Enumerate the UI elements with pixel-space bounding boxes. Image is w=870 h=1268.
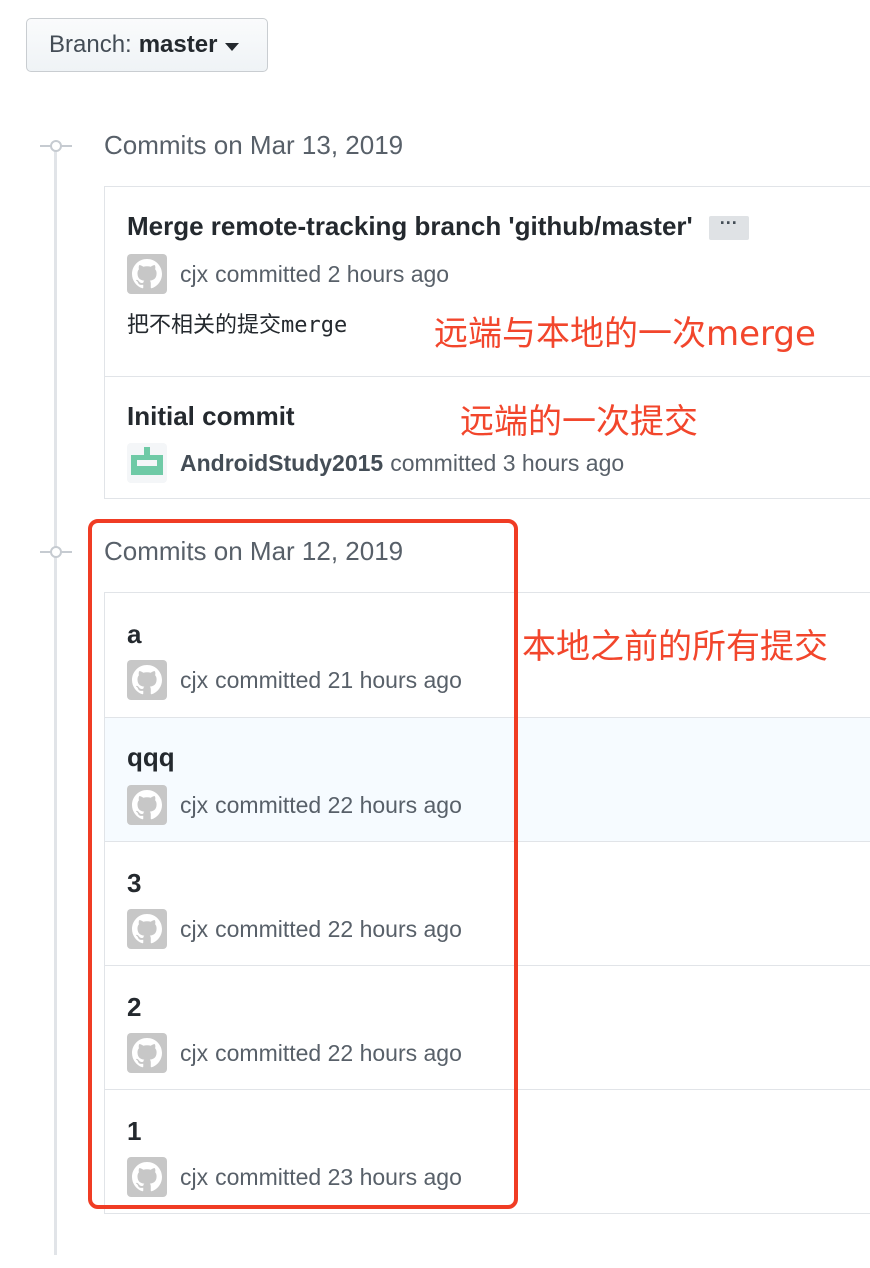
timeline-line — [54, 150, 57, 1255]
annotation-merge: 远端与本地的一次merge — [434, 314, 816, 354]
github-octocat-icon[interactable] — [127, 254, 167, 294]
annotation-initial: 远端的一次提交 — [460, 402, 698, 442]
commit-message-link[interactable]: Merge remote-tracking branch 'github/mas… — [127, 211, 693, 241]
commit-author[interactable]: AndroidStudy2015 — [180, 450, 383, 477]
expand-ellipsis-button[interactable]: ··· — [708, 214, 749, 241]
branch-selector-button[interactable]: Branch: master — [26, 18, 268, 72]
commit-time: committed 2 hours ago — [215, 260, 450, 287]
branch-label: Branch: — [49, 31, 132, 58]
commit-group-node-icon — [50, 546, 62, 558]
commit-group-date: Commits on Mar 13, 2019 — [104, 130, 404, 160]
commit-description: 把不相关的提交merge — [127, 312, 348, 338]
commit-message-link[interactable]: Initial commit — [127, 401, 295, 432]
caret-down-icon — [225, 42, 240, 51]
highlight-box — [88, 519, 518, 1209]
branch-name: master — [138, 31, 218, 58]
commit-group-node-icon — [50, 140, 62, 152]
identicon-icon[interactable] — [127, 443, 167, 483]
commit-author[interactable]: cjx — [180, 261, 208, 288]
commit-time: committed 3 hours ago — [390, 449, 625, 476]
annotation-local: 本地之前的所有提交 — [522, 627, 828, 667]
